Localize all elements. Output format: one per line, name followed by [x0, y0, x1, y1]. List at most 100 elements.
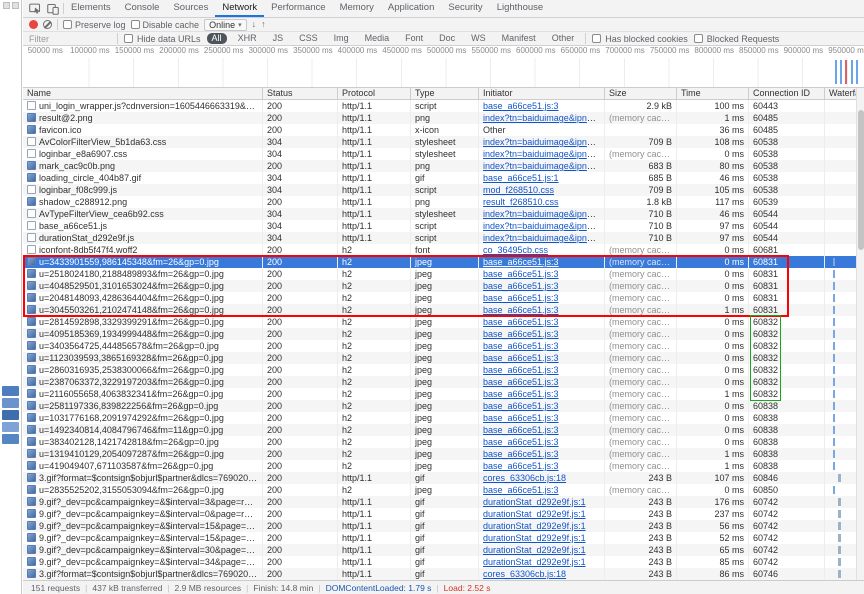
initiator-link[interactable]: index?tn=baiduimage&ipn=r&ct=201... [483, 149, 605, 159]
table-row[interactable]: u=2518024180,2188489893&fm=26&gp=0.jpg 2… [23, 268, 856, 280]
table-row[interactable]: loginbar_e8a6907.css 304 http/1.1 styles… [23, 148, 856, 160]
table-row[interactable]: AvTypeFilterView_cea6b92.css 304 http/1.… [23, 208, 856, 220]
initiator-link[interactable]: base_a66ce51.js:3 [483, 461, 559, 471]
table-row[interactable]: loginbar_f08c999.js 304 http/1.1 script … [23, 184, 856, 196]
has-blocked-cookies-checkbox[interactable] [592, 34, 601, 43]
initiator-link[interactable]: durationStat_d292e9f.js:1 [483, 545, 586, 555]
preserve-log-checkbox[interactable] [63, 20, 72, 29]
initiator-link[interactable]: index?tn=baiduimage&ipn=r&ct=201... [483, 233, 605, 243]
table-row[interactable]: loading_circle_404b87.gif 304 http/1.1 g… [23, 172, 856, 184]
table-row[interactable]: 9.gif?_dev=pc&campaignkey=&$interval=3&p… [23, 496, 856, 508]
table-row[interactable]: 3.gif?format=$contsign$objurl$partner&dl… [23, 568, 856, 580]
initiator-link[interactable]: index?tn=baiduimage&ipn=r&ct=201... [483, 113, 605, 123]
table-row[interactable]: u=2048148093,4286364404&fm=26&gp=0.jpg 2… [23, 292, 856, 304]
table-row[interactable]: u=4095185369,1934999448&fm=26&gp=0.jpg 2… [23, 328, 856, 340]
initiator-link[interactable]: result_f268510.css [483, 197, 559, 207]
table-row[interactable]: u=4048529501,3101653024&fm=26&gp=0.jpg 2… [23, 280, 856, 292]
table-row[interactable]: iconfont-8db5f47f4.woff2 200 h2 font co_… [23, 244, 856, 256]
initiator-link[interactable]: durationStat_d292e9f.js:1 [483, 509, 586, 519]
initiator-link[interactable]: base_a66ce51.js:3 [483, 401, 559, 411]
initiator-link[interactable]: mod_f268510.css [483, 185, 554, 195]
table-row[interactable]: mark_cac9c0b.png 200 http/1.1 png index?… [23, 160, 856, 172]
filter-pill-other[interactable]: Other [547, 33, 580, 44]
tab-application[interactable]: Application [381, 0, 441, 17]
filter-pill-img[interactable]: Img [329, 33, 354, 44]
table-row[interactable]: 9.gif?_dev=pc&campaignkey=&$interval=0&p… [23, 508, 856, 520]
initiator-link[interactable]: cores_63306cb.js:18 [483, 473, 566, 483]
table-row[interactable]: u=419049407,671103587&fm=26&gp=0.jpg 200… [23, 460, 856, 472]
column-header-type[interactable]: Type [411, 88, 479, 99]
filter-pill-all[interactable]: All [207, 33, 227, 44]
table-row[interactable]: u=3045503261,2102474148&fm=26&gp=0.jpg 2… [23, 304, 856, 316]
initiator-link[interactable]: base_a66ce51.js:3 [483, 413, 559, 423]
tab-performance[interactable]: Performance [264, 0, 332, 17]
initiator-link[interactable]: base_a66ce51.js:3 [483, 485, 559, 495]
initiator-link[interactable]: index?tn=baiduimage&ipn=r&ct=201... [483, 209, 605, 219]
filter-pill-js[interactable]: JS [268, 33, 289, 44]
column-header-status[interactable]: Status [263, 88, 338, 99]
device-toolbar-icon[interactable] [45, 1, 61, 17]
filter-pill-css[interactable]: CSS [294, 33, 323, 44]
initiator-link[interactable]: base_a66ce51.js:3 [483, 269, 559, 279]
scrollbar-thumb[interactable] [858, 110, 864, 250]
initiator-link[interactable]: base_a66ce51.js:3 [483, 293, 559, 303]
filter-pill-doc[interactable]: Doc [434, 33, 460, 44]
tab-security[interactable]: Security [441, 0, 489, 17]
initiator-link[interactable]: base_a66ce51.js:3 [483, 365, 559, 375]
table-row[interactable]: u=1492340814,4084796746&fm=11&gp=0.jpg 2… [23, 424, 856, 436]
initiator-link[interactable]: durationStat_d292e9f.js:1 [483, 557, 586, 567]
initiator-link[interactable]: base_a66ce51.js:3 [483, 257, 559, 267]
initiator-link[interactable]: base_a66ce51.js:3 [483, 437, 559, 447]
initiator-link[interactable]: base_a66ce51.js:3 [483, 341, 559, 351]
filter-input[interactable] [29, 34, 111, 44]
initiator-link[interactable]: durationStat_d292e9f.js:1 [483, 497, 586, 507]
column-header-waterfall[interactable]: Waterfall [825, 88, 856, 99]
initiator-link[interactable]: base_a66ce51.js:1 [483, 173, 559, 183]
column-header-size[interactable]: Size [605, 88, 677, 99]
table-row[interactable]: u=1319410129,2054097287&fm=26&gp=0.jpg 2… [23, 448, 856, 460]
clear-button[interactable] [43, 20, 52, 29]
table-row[interactable]: u=3433901559,986145348&fm=26&gp=0.jpg 20… [23, 256, 856, 268]
filter-pill-ws[interactable]: WS [466, 33, 491, 44]
table-row[interactable]: base_a66ce51.js 304 http/1.1 script inde… [23, 220, 856, 232]
initiator-link[interactable]: cores_63306cb.js:18 [483, 569, 566, 579]
initiator-link[interactable]: base_a66ce51.js:3 [483, 329, 559, 339]
table-row[interactable]: u=3403564725,444856578&fm=26&gp=0.jpg 20… [23, 340, 856, 352]
tab-lighthouse[interactable]: Lighthouse [490, 0, 550, 17]
initiator-link[interactable]: base_a66ce51.js:3 [483, 305, 559, 315]
tab-console[interactable]: Console [118, 0, 167, 17]
filter-pill-manifest[interactable]: Manifest [497, 33, 541, 44]
table-row[interactable]: u=2814592898,3329399291&fm=26&gp=0.jpg 2… [23, 316, 856, 328]
table-row[interactable]: result@2.png 200 http/1.1 png index?tn=b… [23, 112, 856, 124]
record-button[interactable] [29, 20, 38, 29]
initiator-link[interactable]: base_a66ce51.js:3 [483, 377, 559, 387]
column-header-name[interactable]: Name [23, 88, 263, 99]
table-row[interactable]: u=2581197336,839822256&fm=26&gp=0.jpg 20… [23, 400, 856, 412]
table-row[interactable]: 9.gif?_dev=pc&campaignkey=&$interval=34&… [23, 556, 856, 568]
waterfall-overview[interactable] [23, 58, 864, 87]
table-row[interactable]: u=1123039593,3865169328&fm=26&gp=0.jpg 2… [23, 352, 856, 364]
tab-memory[interactable]: Memory [333, 0, 381, 17]
vertical-scrollbar[interactable] [856, 88, 864, 580]
table-row[interactable]: u=2387063372,3229197203&fm=26&gp=0.jpg 2… [23, 376, 856, 388]
table-row[interactable]: durationStat_d292e9f.js 304 http/1.1 scr… [23, 232, 856, 244]
table-row[interactable]: uni_login_wrapper.js?cdnversion=16054466… [23, 100, 856, 112]
initiator-link[interactable]: base_a66ce51.js:3 [483, 389, 559, 399]
timeline-ruler[interactable]: 50000 ms100000 ms150000 ms200000 ms25000… [23, 46, 864, 88]
column-header-initiator[interactable]: Initiator [479, 88, 605, 99]
table-row[interactable]: u=2116055658,4063832341&fm=26&gp=0.jpg 2… [23, 388, 856, 400]
initiator-link[interactable]: durationStat_d292e9f.js:1 [483, 521, 586, 531]
filter-pill-font[interactable]: Font [400, 33, 428, 44]
column-header-time[interactable]: Time [677, 88, 749, 99]
tab-network[interactable]: Network [215, 0, 264, 17]
initiator-link[interactable]: durationStat_d292e9f.js:1 [483, 533, 586, 543]
table-row[interactable]: shadow_c288912.png 200 http/1.1 png resu… [23, 196, 856, 208]
initiator-link[interactable]: co_36495cb.css [483, 245, 548, 255]
export-har-icon[interactable]: ↑ [261, 20, 266, 29]
table-row[interactable]: u=2835525202,3155053094&fm=26&gp=0.jpg 2… [23, 484, 856, 496]
throttling-select[interactable]: Online ▾ [204, 19, 247, 31]
hide-data-urls-checkbox[interactable] [124, 34, 133, 43]
table-row[interactable]: u=383402128,1421742818&fm=26&gp=0.jpg 20… [23, 436, 856, 448]
import-har-icon[interactable]: ↓ [252, 20, 257, 29]
filter-pill-xhr[interactable]: XHR [233, 33, 262, 44]
